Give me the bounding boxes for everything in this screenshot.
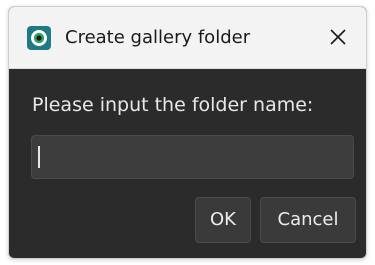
folder-name-input[interactable] xyxy=(31,135,354,179)
app-logo-icon xyxy=(27,26,51,50)
close-icon xyxy=(329,28,347,50)
ok-button[interactable]: OK xyxy=(195,197,251,243)
close-button[interactable] xyxy=(324,25,352,53)
dialog-title: Create gallery folder xyxy=(65,27,251,48)
create-gallery-folder-dialog: Create gallery folder Please input the f… xyxy=(8,6,367,259)
folder-name-prompt: Please input the folder name: xyxy=(32,94,314,116)
cancel-button[interactable]: Cancel xyxy=(260,197,356,243)
text-caret xyxy=(38,146,40,168)
dialog-titlebar: Create gallery folder xyxy=(9,7,366,69)
